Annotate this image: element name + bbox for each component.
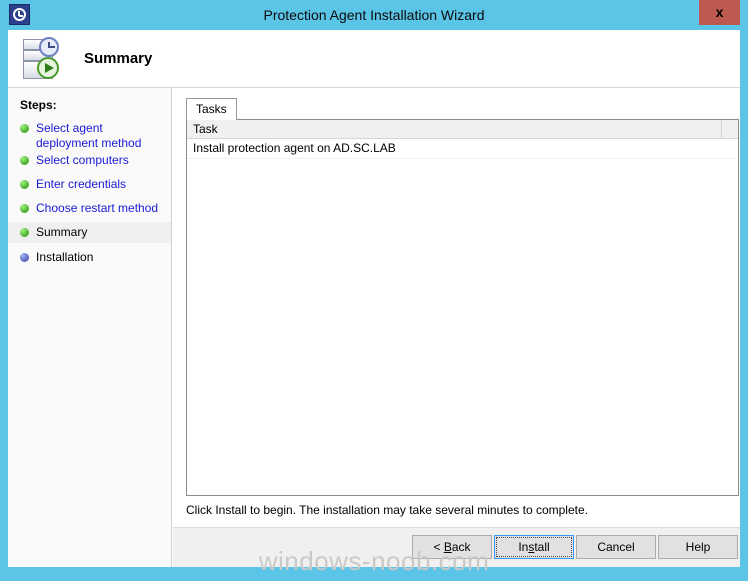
step-bullet-icon [20, 253, 29, 262]
sidebar-item-label: Enter credentials [36, 177, 127, 191]
sidebar-item-label: Installation [36, 250, 94, 264]
help-button[interactable]: Help [658, 535, 738, 559]
tasks-grid-header: Task [187, 120, 738, 139]
title-bar: Protection Agent Installation Wizard x [0, 0, 748, 30]
server-clock-play-icon [20, 35, 68, 83]
cell-task: Install protection agent on AD.SC.LAB [193, 141, 396, 155]
step-bullet-icon [20, 204, 29, 213]
install-button-prefix: In [518, 540, 529, 554]
wizard-window: Protection Agent Installation Wizard x S… [0, 0, 748, 581]
install-hint-text: Click Install to begin. The installation… [186, 503, 588, 517]
step-bullet-icon [20, 156, 29, 165]
button-bar: < Back Install Cancel Help [173, 527, 740, 567]
cancel-button[interactable]: Cancel [576, 535, 656, 559]
table-row[interactable]: Install protection agent on AD.SC.LAB [187, 139, 738, 159]
tab-tasks[interactable]: Tasks [186, 98, 237, 120]
window-title: Protection Agent Installation Wizard [263, 7, 485, 23]
steps-label: Steps: [20, 98, 57, 112]
sidebar-item-choose-restart-method[interactable]: Choose restart method [8, 201, 171, 216]
sidebar-item-label: Select computers [36, 153, 129, 167]
column-header-filler [721, 120, 738, 138]
tab-strip: Tasks [186, 98, 739, 120]
main-content: Tasks Task Install protection agent on A… [173, 88, 740, 567]
install-button[interactable]: Install [494, 535, 574, 559]
close-button[interactable]: x [699, 0, 740, 25]
tasks-grid: Task Install protection agent on AD.SC.L… [186, 119, 739, 496]
sidebar-item-label: Summary [36, 225, 88, 239]
client-area: Summary Steps: Select agent deployment m… [8, 30, 740, 567]
back-button-accel: B [443, 540, 452, 554]
tasks-tab-panel: Task Install protection agent on AD.SC.L… [186, 119, 739, 496]
page-title: Summary [84, 50, 153, 67]
page-header: Summary [8, 30, 740, 88]
sidebar-item-enter-credentials[interactable]: Enter credentials [8, 177, 171, 192]
steps-sidebar: Steps: Select agent deployment method Se… [8, 88, 172, 567]
sidebar-item-summary: Summary [8, 222, 171, 243]
sidebar-item-label: Choose restart method [36, 201, 159, 215]
back-button-prefix: < [433, 540, 444, 554]
column-header-task[interactable]: Task [193, 122, 218, 136]
step-bullet-icon [20, 180, 29, 189]
back-button[interactable]: < Back [412, 535, 492, 559]
install-button-rest: tall [534, 540, 550, 554]
sidebar-item-select-computers[interactable]: Select computers [8, 153, 171, 168]
sidebar-item-select-agent-deployment-method[interactable]: Select agent deployment method [8, 121, 171, 151]
sidebar-item-installation: Installation [8, 250, 171, 265]
sidebar-item-label: Select agent deployment method [36, 121, 142, 150]
step-bullet-icon [20, 228, 29, 237]
back-button-rest: ack [451, 540, 471, 554]
step-bullet-icon [20, 124, 29, 133]
